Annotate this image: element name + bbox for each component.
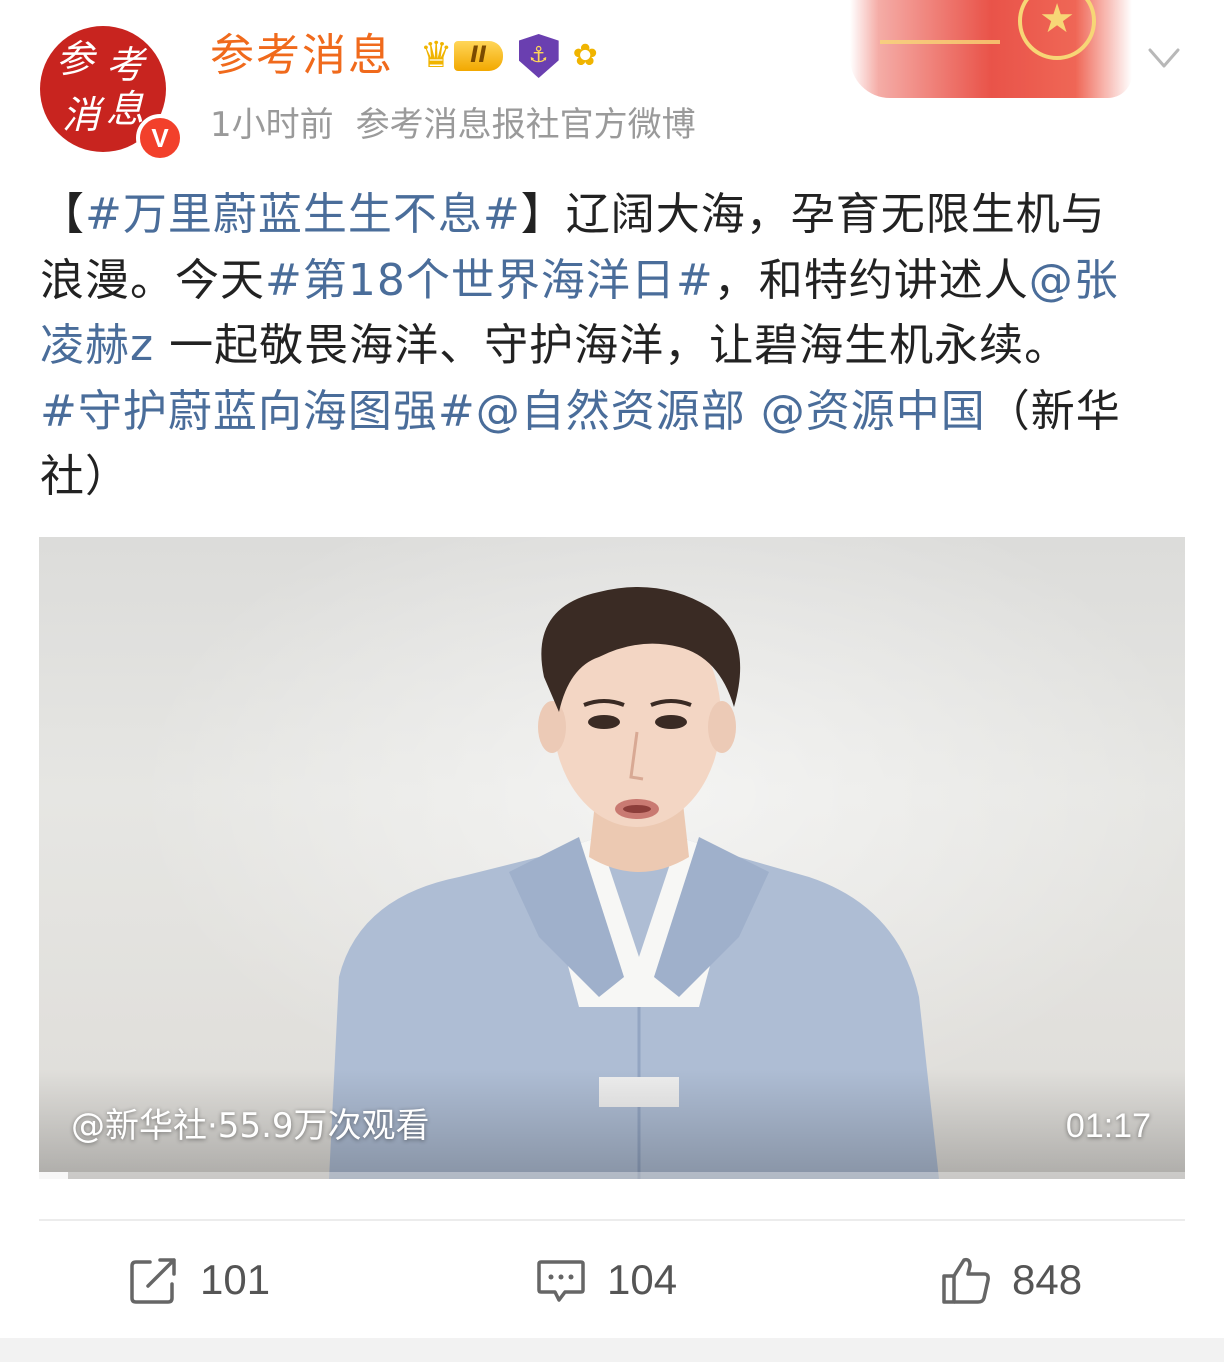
feed-separator xyxy=(0,1338,1224,1362)
author-avatar[interactable]: 参 考 消 息 V xyxy=(40,26,184,162)
topic-link[interactable]: #第18个世界海洋日# xyxy=(265,255,714,306)
text-line: 社） xyxy=(40,451,130,502)
video-duration: 01:17 xyxy=(1065,1107,1151,1145)
member-level-label: II xyxy=(454,41,503,71)
building-silhouette xyxy=(880,0,1000,44)
author-name[interactable]: 参考消息 xyxy=(210,28,394,84)
topic-link[interactable]: #万里蔚蓝生生不息# xyxy=(85,189,521,240)
sunflower-icon[interactable]: ✿ xyxy=(573,34,598,78)
text-line: 凌赫z 一起敬畏海洋、守护海洋，让碧海生机永续。 xyxy=(40,320,1070,371)
post-source: 参考消息报社官方微博 xyxy=(355,105,696,145)
video-progress-fill xyxy=(39,1172,68,1179)
video-caption: @新华社·55.9万次观看 xyxy=(71,1106,430,1146)
author-badges: ♛ II ⚓ ✿ xyxy=(420,30,598,82)
shield-anchor-icon[interactable]: ⚓ xyxy=(518,34,559,78)
post-text: 【#万里蔚蓝生生不息#】辽阔大海，孕育无限生机与 浪漫。今天#第18个世界海洋日… xyxy=(40,182,1190,510)
text-line: 浪漫。今天#第18个世界海洋日#，和特约讲述人@张 xyxy=(40,254,1119,306)
repost-count: 101 xyxy=(200,1256,271,1303)
repost-button[interactable]: 101 xyxy=(128,1240,270,1320)
decorative-banner: ★ xyxy=(850,0,1132,98)
video-player[interactable]: @新华社·55.9万次观看 01:17 xyxy=(39,537,1185,1179)
mention-link[interactable]: @张 xyxy=(1029,255,1119,306)
verified-badge-icon: V xyxy=(136,114,184,162)
text-line: 【#万里蔚蓝生生不息#】辽阔大海，孕育无限生机与 xyxy=(40,189,1106,240)
post-meta: 1小时前 参考消息报社官方微博 xyxy=(210,100,696,150)
like-button[interactable]: 848 xyxy=(940,1240,1082,1320)
post-time: 1小时前 xyxy=(210,105,334,145)
text-line: #守护蔚蓝向海图强#@自然资源部 @资源中国（新华 xyxy=(40,385,1121,437)
comment-count: 104 xyxy=(607,1256,678,1303)
comment-icon xyxy=(537,1260,585,1302)
video-progress-bar[interactable] xyxy=(39,1172,1185,1179)
emblem-icon: ★ xyxy=(1018,0,1096,60)
mention-link[interactable]: 凌赫z xyxy=(40,320,154,371)
chevron-down-icon[interactable] xyxy=(1146,40,1182,76)
divider xyxy=(39,1219,1185,1221)
member-level-badge[interactable]: ♛ II xyxy=(420,36,503,76)
thumbs-up-icon xyxy=(942,1257,990,1304)
post-actions: 101 104 848 xyxy=(0,1240,1224,1320)
topic-link[interactable]: #守护蔚蓝向海图强# xyxy=(40,386,476,437)
crown-icon: ♛ xyxy=(420,35,453,76)
mention-link[interactable]: @自然资源部 xyxy=(476,386,746,437)
weibo-post-card: 参 考 消 息 V 参考消息 ♛ II ⚓ ✿ ★ 1小时前 参考消息报社官方微博… xyxy=(0,0,1224,1338)
repost-icon xyxy=(130,1258,176,1304)
comment-button[interactable]: 104 xyxy=(535,1240,677,1320)
mention-link[interactable]: @资源中国 xyxy=(761,386,986,437)
like-count: 848 xyxy=(1012,1256,1083,1303)
